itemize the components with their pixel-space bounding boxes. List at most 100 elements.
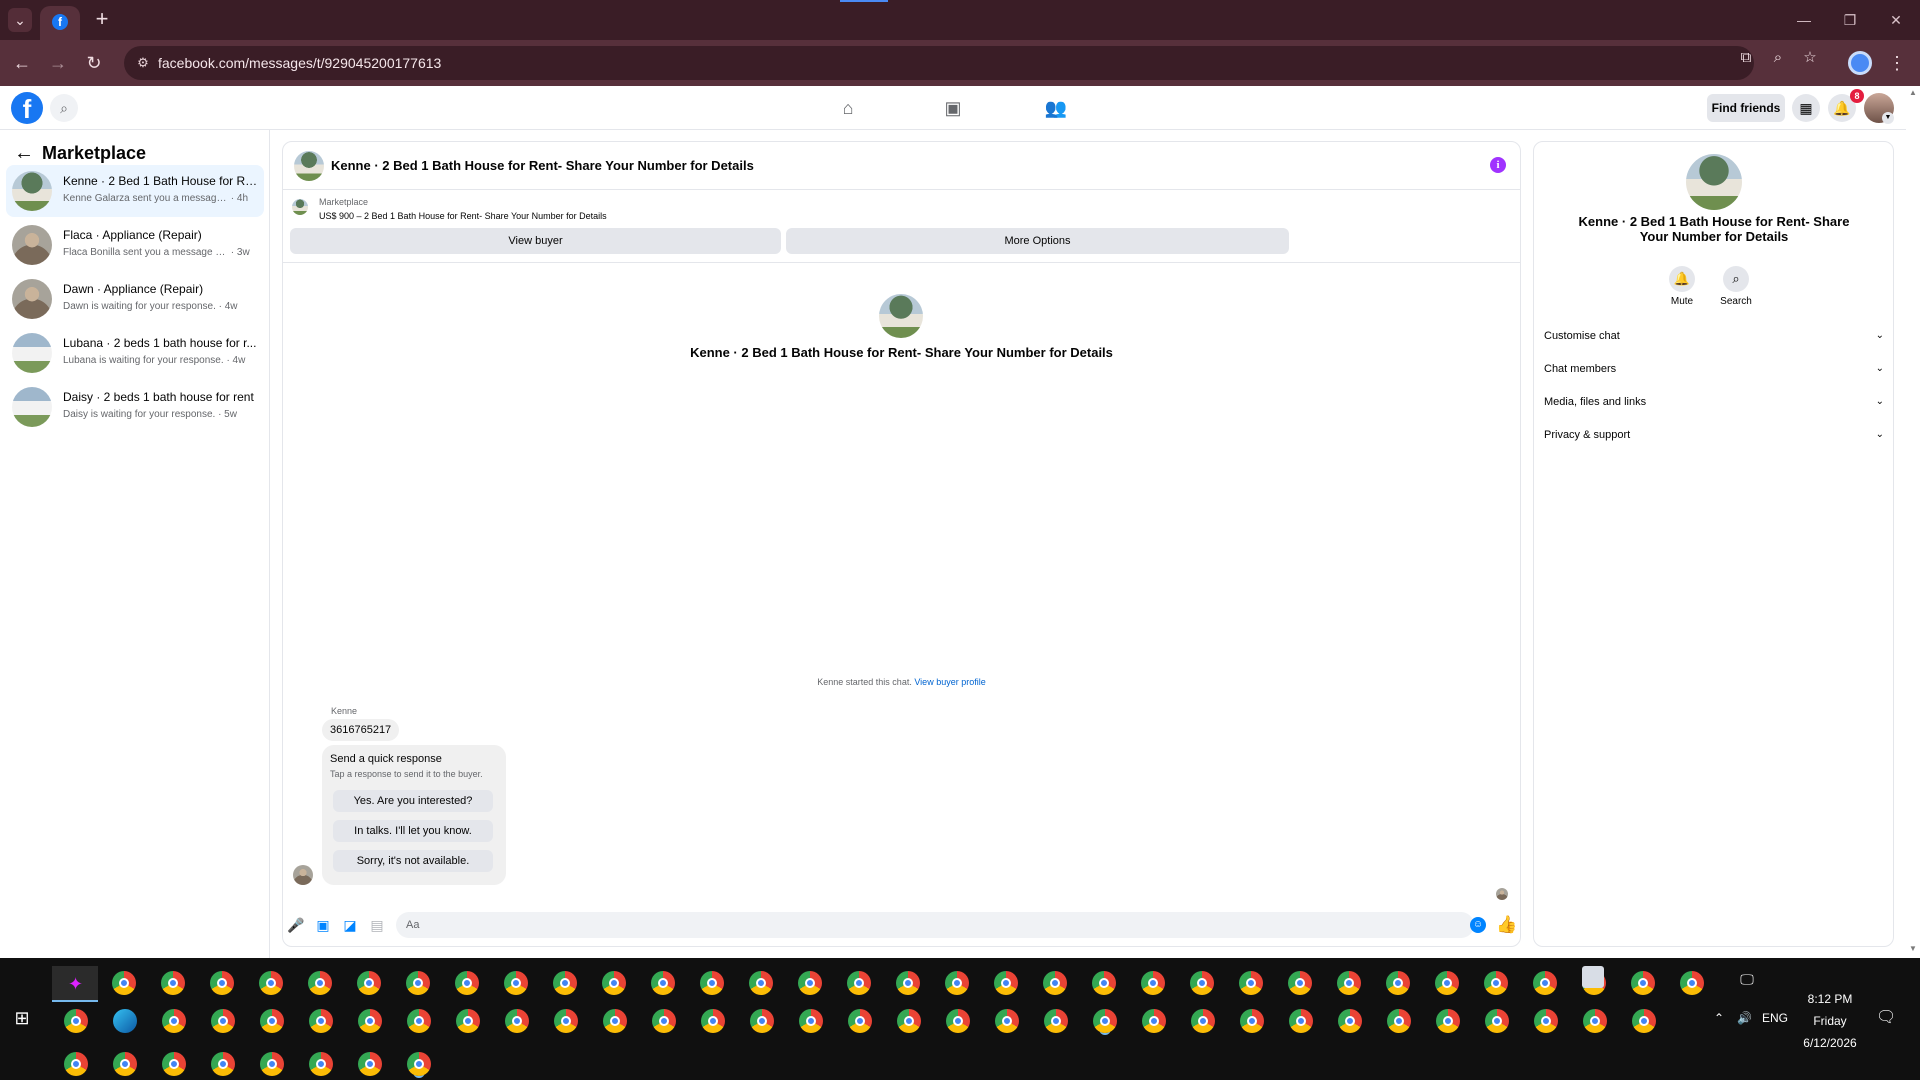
chrome-window-icon[interactable] bbox=[651, 971, 675, 995]
chrome-window-icon[interactable] bbox=[358, 1009, 382, 1033]
chrome-window-icon[interactable] bbox=[848, 1009, 872, 1033]
list-item[interactable]: Kenne · 2 Bed 1 Bath House for Re... Ken… bbox=[6, 165, 264, 217]
chrome-window-icon[interactable] bbox=[554, 1009, 578, 1033]
new-tab-plus-icon[interactable]: + bbox=[90, 8, 114, 32]
chrome-window-icon[interactable] bbox=[995, 1009, 1019, 1033]
chrome-window-icon[interactable] bbox=[64, 1009, 88, 1033]
chrome-window-icon[interactable] bbox=[701, 1009, 725, 1033]
chrome-window-icon[interactable] bbox=[1436, 1009, 1460, 1033]
listing-price[interactable]: US$ 900 – 2 Bed 1 Bath House for Rent- S… bbox=[319, 211, 607, 221]
zoom-icon[interactable]: ⌕ bbox=[1768, 49, 1788, 67]
chrome-window-icon[interactable] bbox=[358, 1052, 382, 1076]
section-media-files-links[interactable]: Media, files and links ⌄ bbox=[1544, 389, 1884, 415]
chrome-window-icon[interactable] bbox=[1093, 1009, 1117, 1033]
chrome-window-icon[interactable] bbox=[357, 971, 381, 995]
message-bubble[interactable]: 3616765217 bbox=[322, 719, 400, 741]
chrome-window-icon[interactable] bbox=[112, 971, 136, 995]
taskbar-system-app-icon[interactable] bbox=[1582, 966, 1604, 988]
video-icon[interactable]: ▣ bbox=[941, 96, 965, 120]
list-item[interactable]: Lubana · 2 beds 1 bath house for r... Lu… bbox=[6, 327, 264, 379]
home-icon[interactable]: ⌂ bbox=[836, 96, 860, 120]
chat-avatar[interactable] bbox=[294, 151, 324, 181]
chrome-window-icon[interactable] bbox=[1533, 971, 1557, 995]
chrome-window-icon[interactable] bbox=[1239, 971, 1263, 995]
back-arrow-icon[interactable]: ← bbox=[10, 51, 34, 75]
chrome-window-icon[interactable] bbox=[1141, 971, 1165, 995]
site-settings-icon[interactable]: ⚙ bbox=[134, 54, 152, 72]
chrome-window-icon[interactable] bbox=[1043, 971, 1067, 995]
chrome-window-icon[interactable] bbox=[1583, 1009, 1607, 1033]
chrome-window-icon[interactable] bbox=[308, 971, 332, 995]
chrome-window-icon[interactable] bbox=[1484, 971, 1508, 995]
windows-start-icon[interactable]: ⊞ bbox=[12, 1008, 32, 1028]
chrome-window-icon[interactable] bbox=[1387, 1009, 1411, 1033]
chrome-window-icon[interactable] bbox=[1289, 1009, 1313, 1033]
chrome-window-icon[interactable] bbox=[1632, 1009, 1656, 1033]
minimize-icon[interactable]: — bbox=[1792, 8, 1816, 32]
chrome-window-icon[interactable] bbox=[1337, 971, 1361, 995]
chrome-window-icon[interactable] bbox=[749, 971, 773, 995]
forward-arrow-icon[interactable]: → bbox=[46, 51, 70, 75]
chrome-window-icon[interactable] bbox=[602, 971, 626, 995]
volume-icon[interactable]: 🔊 bbox=[1737, 1011, 1752, 1025]
chrome-window-icon[interactable] bbox=[407, 1052, 431, 1076]
chrome-window-icon[interactable] bbox=[1534, 1009, 1558, 1033]
chrome-window-icon[interactable] bbox=[897, 1009, 921, 1033]
gif-icon[interactable]: ▤ bbox=[368, 916, 386, 934]
microphone-icon[interactable]: 🎤 bbox=[287, 916, 305, 934]
chrome-window-icon[interactable] bbox=[211, 1052, 235, 1076]
chrome-window-icon[interactable] bbox=[700, 971, 724, 995]
view-buyer-profile-link[interactable]: View buyer profile bbox=[914, 677, 985, 687]
mute-button[interactable]: 🔔 Mute bbox=[1662, 266, 1702, 307]
browser-tab-facebook[interactable]: f bbox=[40, 6, 80, 40]
chrome-window-icon[interactable] bbox=[946, 1009, 970, 1033]
chrome-window-icon[interactable] bbox=[1044, 1009, 1068, 1033]
chrome-window-icon[interactable] bbox=[847, 971, 871, 995]
chrome-window-icon[interactable] bbox=[1631, 971, 1655, 995]
chrome-window-icon[interactable] bbox=[309, 1052, 333, 1076]
chrome-window-icon[interactable] bbox=[1386, 971, 1410, 995]
chrome-window-icon[interactable] bbox=[1240, 1009, 1264, 1033]
chrome-window-icon[interactable] bbox=[161, 971, 185, 995]
chrome-window-icon[interactable] bbox=[260, 1052, 284, 1076]
more-options-button[interactable]: More Options bbox=[786, 228, 1289, 254]
image-icon[interactable]: ▣ bbox=[314, 916, 332, 934]
chrome-window-icon[interactable] bbox=[407, 1009, 431, 1033]
thumbs-up-icon[interactable]: 👍 bbox=[1496, 914, 1517, 936]
view-buyer-button[interactable]: View buyer bbox=[290, 228, 781, 254]
chrome-window-icon[interactable] bbox=[798, 971, 822, 995]
chrome-window-icon[interactable] bbox=[1191, 1009, 1215, 1033]
chrome-window-icon[interactable] bbox=[455, 971, 479, 995]
friends-icon[interactable]: 👥 bbox=[1044, 96, 1068, 120]
browser-menu-icon[interactable]: ⋮ bbox=[1888, 51, 1906, 75]
chrome-window-icon[interactable] bbox=[1190, 971, 1214, 995]
taskbar-pinned-app[interactable]: ✦ bbox=[52, 966, 98, 1002]
chrome-window-icon[interactable] bbox=[1288, 971, 1312, 995]
sticker-icon[interactable]: ◪ bbox=[341, 916, 359, 934]
language-indicator[interactable]: ENG bbox=[1762, 1011, 1788, 1025]
section-privacy-support[interactable]: Privacy & support ⌄ bbox=[1544, 422, 1884, 448]
find-friends-button[interactable]: Find friends bbox=[1707, 94, 1785, 122]
bookmark-star-icon[interactable]: ☆ bbox=[1800, 49, 1820, 67]
message-input[interactable]: Aa bbox=[396, 912, 1474, 938]
extension-icon[interactable] bbox=[1848, 51, 1872, 75]
notification-center-icon[interactable]: 🗨 bbox=[1876, 1008, 1896, 1028]
chrome-window-icon[interactable] bbox=[211, 1009, 235, 1033]
scroll-down-arrow-icon[interactable]: ▼ bbox=[1908, 944, 1918, 954]
chrome-window-icon[interactable] bbox=[553, 971, 577, 995]
quick-response-button[interactable]: In talks. I'll let you know. bbox=[333, 820, 493, 842]
chrome-window-icon[interactable] bbox=[64, 1052, 88, 1076]
network-icon[interactable]: 🖵 bbox=[1737, 970, 1757, 988]
address-bar[interactable]: ⚙ facebook.com/messages/t/92904520017761… bbox=[124, 46, 1754, 80]
search-button[interactable]: ⌕ Search bbox=[1716, 266, 1756, 307]
chrome-window-icon[interactable] bbox=[652, 1009, 676, 1033]
chrome-window-icon[interactable] bbox=[504, 971, 528, 995]
chrome-window-icon[interactable] bbox=[799, 1009, 823, 1033]
chevron-down-icon[interactable]: ▼ bbox=[1882, 112, 1894, 124]
chrome-window-icon[interactable] bbox=[1435, 971, 1459, 995]
section-chat-members[interactable]: Chat members ⌄ bbox=[1544, 356, 1884, 382]
search-icon[interactable]: ⌕ bbox=[50, 94, 78, 122]
chrome-window-icon[interactable] bbox=[210, 971, 234, 995]
chrome-window-icon[interactable] bbox=[505, 1009, 529, 1033]
list-item[interactable]: Daisy · 2 beds 1 bath house for rent Dai… bbox=[6, 381, 264, 433]
